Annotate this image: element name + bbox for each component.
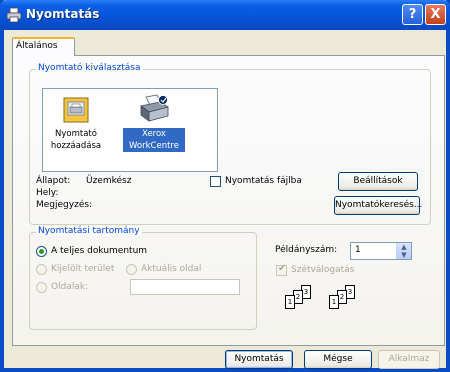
collate-label[interactable]: Szétválogatás: [291, 265, 354, 275]
window-title: Nyomtatás: [26, 7, 100, 21]
radio-all-pages-label[interactable]: A teljes dokumentum: [51, 246, 147, 256]
print-to-file-label[interactable]: Nyomtatás fájlba: [225, 176, 302, 186]
printer-item-add-label-1: Nyomtató: [55, 129, 97, 139]
status-label: Állapot:: [36, 176, 71, 186]
radio-all-pages[interactable]: [36, 246, 47, 257]
copies-spin-button[interactable]: ▲ ▼: [396, 243, 411, 259]
print-to-file-checkbox[interactable]: [210, 176, 221, 187]
collate-page: 1: [329, 295, 339, 309]
status-value: Üzemkész: [86, 176, 132, 186]
page-range-legend: Nyomtatási tartomány: [36, 226, 142, 236]
tab-general[interactable]: Általános: [12, 37, 75, 56]
collate-illustration: 3 2 1 3 2 1: [285, 285, 385, 315]
radio-pages-label[interactable]: Oldalak:: [51, 282, 88, 292]
location-label: Hely:: [36, 188, 59, 198]
cancel-button[interactable]: Mégse: [304, 350, 372, 369]
preferences-button[interactable]: Beállítások: [338, 172, 418, 191]
close-button[interactable]: X: [425, 4, 446, 25]
printer-item-xerox-label-1: Xerox: [123, 128, 185, 140]
collate-checkbox[interactable]: ✔: [276, 263, 287, 276]
print-button[interactable]: Nyomtatás: [225, 350, 293, 369]
tab-panel-general: Nyomtató kiválasztása Nyomtató hozzáadás…: [12, 55, 445, 346]
printer-select-group: Nyomtató kiválasztása Nyomtató hozzáadás…: [29, 63, 431, 225]
printer-item-xerox[interactable]: Xerox WorkCentre: [123, 93, 185, 152]
printer-item-add-label-2: hozzáadása: [50, 141, 102, 151]
radio-current-page-label[interactable]: Aktuális oldal: [141, 264, 201, 274]
radio-current-page[interactable]: [126, 264, 137, 275]
printer-select-legend: Nyomtató kiválasztása: [36, 63, 143, 73]
help-button[interactable]: ?: [402, 4, 423, 25]
add-printer-icon: [63, 97, 89, 123]
printer-item-xerox-label-2: WorkCentre: [123, 140, 185, 152]
radio-selection[interactable]: [36, 264, 47, 275]
collate-page: 1: [285, 295, 295, 309]
apply-button[interactable]: Alkalmaz: [378, 350, 440, 369]
copies-label: Példányszám:: [275, 245, 338, 255]
comment-label: Megjegyzés:: [36, 200, 93, 210]
pages-input[interactable]: [130, 279, 240, 295]
printer-icon: [140, 94, 169, 122]
title-bar[interactable]: Nyomtatás ? X: [0, 0, 450, 30]
copies-value: 1: [355, 245, 361, 255]
printer-item-add[interactable]: Nyomtató hozzáadása: [47, 95, 105, 152]
copies-input[interactable]: 1 ▲ ▼: [350, 242, 412, 260]
printer-list[interactable]: Nyomtató hozzáadása Xerox WorkCentre: [42, 88, 218, 172]
radio-selection-label[interactable]: Kijelölt terület: [51, 264, 114, 274]
printer-title-icon: [6, 7, 22, 23]
page-range-group: Nyomtatási tartomány A teljes dokumentum…: [29, 226, 257, 330]
find-printer-button[interactable]: Nyomtatókeresés...: [334, 196, 422, 215]
print-dialog: Nyomtatás ? X Általános Nyomtató kiválas…: [0, 0, 450, 372]
radio-pages[interactable]: [36, 282, 47, 293]
